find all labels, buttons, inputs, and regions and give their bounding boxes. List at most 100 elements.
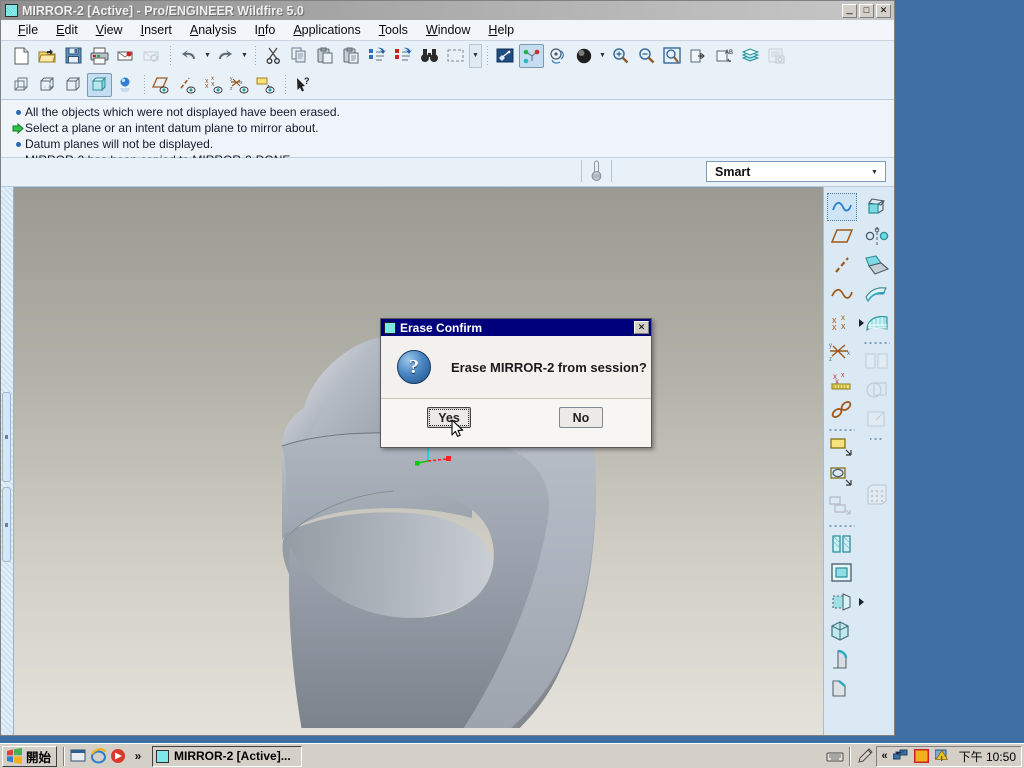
- mail-link-icon[interactable]: [139, 44, 164, 68]
- context-help-icon[interactable]: ?: [291, 73, 316, 97]
- annotation-display-icon[interactable]: [254, 73, 279, 97]
- yes-button[interactable]: Yes: [427, 407, 471, 428]
- print-icon[interactable]: [87, 44, 112, 68]
- close-button[interactable]: ✕: [876, 3, 891, 18]
- shading-dropdown-caret[interactable]: ▼: [597, 45, 608, 67]
- chamfer-icon[interactable]: [827, 675, 857, 703]
- network-icon[interactable]: [893, 746, 909, 767]
- menu-analysis[interactable]: Analysis: [181, 21, 246, 39]
- orientation-icon[interactable]: [545, 44, 570, 68]
- analysis-point-icon[interactable]: xxx: [827, 367, 857, 395]
- graphics-viewport[interactable]: [14, 187, 823, 735]
- zoom-in-icon[interactable]: [608, 44, 633, 68]
- regenerate-failed-icon[interactable]: [391, 44, 416, 68]
- menu-file[interactable]: FFileile: [9, 21, 47, 39]
- datum-plane-display-icon[interactable]: [150, 73, 175, 97]
- dialog-close-button[interactable]: ✕: [634, 321, 649, 334]
- hole-icon[interactable]: [827, 530, 857, 558]
- menu-help[interactable]: Help: [479, 21, 523, 39]
- datum-axis-icon[interactable]: [827, 251, 857, 279]
- regenerate-icon[interactable]: [365, 44, 390, 68]
- shading-icon[interactable]: [87, 72, 112, 97]
- find-binoculars-icon[interactable]: [417, 44, 442, 68]
- refit-icon[interactable]: [660, 44, 685, 68]
- quick-launch-overflow-chevrons[interactable]: »: [128, 746, 148, 766]
- model-player-icon[interactable]: [764, 44, 789, 68]
- intersect-icon[interactable]: [862, 376, 892, 404]
- datum-axis-display-icon[interactable]: [176, 73, 201, 97]
- sketch-curve-icon[interactable]: [826, 193, 857, 221]
- wireframe-icon[interactable]: [9, 73, 34, 97]
- menu-info[interactable]: Info: [245, 21, 284, 39]
- pen-input-icon[interactable]: [854, 746, 876, 767]
- spin-center-icon[interactable]: [519, 43, 544, 68]
- model-tree-panel-handle[interactable]: [2, 392, 11, 482]
- sweep-blend-icon[interactable]: [827, 492, 857, 520]
- media-player-icon[interactable]: [108, 746, 128, 766]
- warning-icon[interactable]: !: [935, 746, 951, 767]
- fill-surface-icon[interactable]: [862, 251, 892, 279]
- select-box-icon[interactable]: [443, 44, 468, 68]
- annotation-icon[interactable]: AB: [712, 44, 737, 68]
- show-desktop-icon[interactable]: [68, 746, 88, 766]
- window-titlebar[interactable]: MIRROR-2 [Active] - Pro/ENGINEER Wildfir…: [1, 1, 894, 20]
- open-folder-icon[interactable]: [35, 44, 60, 68]
- browser-panel-handle[interactable]: [2, 487, 11, 562]
- datum-point-display-icon[interactable]: xxxx: [202, 73, 227, 97]
- selection-filter-combo[interactable]: Smart ▼: [706, 161, 886, 182]
- offset-surface-icon[interactable]: [862, 280, 892, 308]
- save-icon[interactable]: [61, 44, 86, 68]
- internet-explorer-icon[interactable]: [88, 746, 108, 766]
- merge-surface-icon[interactable]: [862, 347, 892, 375]
- extrude-icon[interactable]: [827, 434, 857, 462]
- start-button[interactable]: 開始: [2, 745, 58, 767]
- dialog-titlebar[interactable]: Erase Confirm ✕: [381, 319, 651, 336]
- datum-point-icon[interactable]: xxxx: [827, 309, 864, 337]
- trim-icon[interactable]: [862, 405, 892, 433]
- tray-expand-icon[interactable]: «: [882, 750, 888, 762]
- shell-icon[interactable]: [827, 559, 857, 587]
- menu-tools[interactable]: Tools: [370, 21, 417, 39]
- menu-edit[interactable]: Edit: [47, 21, 87, 39]
- pattern-icon[interactable]: [862, 481, 892, 509]
- repaint-icon[interactable]: [493, 44, 518, 68]
- mirror-geometry-icon[interactable]: [862, 222, 892, 250]
- curve-icon[interactable]: [827, 280, 857, 308]
- taskbar-item-proe[interactable]: MIRROR-2 [Active]...: [152, 745, 303, 767]
- menu-view[interactable]: View: [87, 21, 132, 39]
- chain-reference-icon[interactable]: [827, 396, 857, 424]
- copy-icon[interactable]: [287, 44, 312, 68]
- round-icon[interactable]: [827, 646, 857, 674]
- paste-special-icon[interactable]: [339, 44, 364, 68]
- new-file-icon[interactable]: [9, 44, 34, 68]
- select-box-caret[interactable]: ▼: [469, 43, 482, 68]
- shading-sphere-icon[interactable]: [571, 44, 596, 68]
- cut-scissors-icon[interactable]: [261, 44, 286, 68]
- menu-applications[interactable]: Applications: [284, 21, 369, 39]
- layers-icon[interactable]: [738, 44, 763, 68]
- boundary-blend-icon[interactable]: [862, 309, 892, 337]
- datum-csys-display-icon[interactable]: yz x: [228, 73, 253, 97]
- datum-plane-icon[interactable]: [827, 222, 857, 250]
- named-view-icon[interactable]: [686, 44, 711, 68]
- coordinate-system-icon[interactable]: y z x: [827, 338, 857, 366]
- no-hidden-icon[interactable]: [61, 73, 86, 97]
- redo-icon[interactable]: [213, 44, 238, 68]
- no-button[interactable]: No: [559, 407, 603, 428]
- undo-dropdown-caret[interactable]: ▼: [202, 45, 213, 67]
- rib-icon[interactable]: [827, 617, 857, 645]
- flyout-arrow-icon[interactable]: [858, 598, 864, 606]
- paste-icon[interactable]: [313, 44, 338, 68]
- minimize-button[interactable]: _: [842, 3, 857, 18]
- revolve-icon[interactable]: [827, 463, 857, 491]
- menu-window[interactable]: Window: [417, 21, 479, 39]
- maximize-button[interactable]: □: [859, 3, 874, 18]
- shading-reflection-icon[interactable]: [113, 73, 138, 97]
- zoom-out-icon[interactable]: [634, 44, 659, 68]
- chevron-down-icon[interactable]: ▼: [867, 165, 882, 179]
- send-mail-icon[interactable]: [113, 44, 138, 68]
- redo-dropdown-caret[interactable]: ▼: [239, 45, 250, 67]
- keyboard-icon[interactable]: [824, 746, 846, 767]
- undo-icon[interactable]: [176, 44, 201, 68]
- draft-icon[interactable]: [827, 588, 864, 616]
